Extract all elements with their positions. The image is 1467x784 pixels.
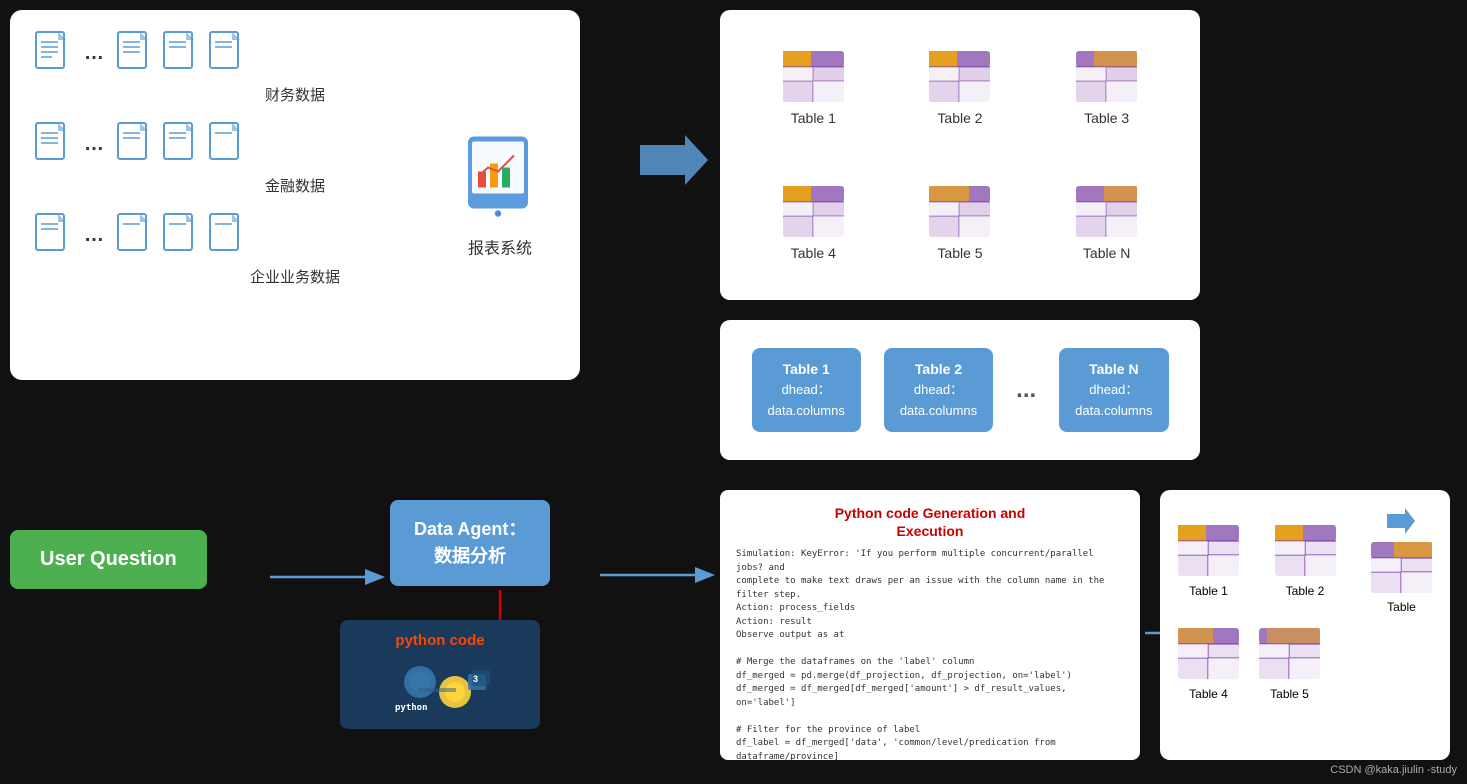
doc-icon [34, 30, 72, 76]
result-table-4-label: Table 4 [1189, 687, 1228, 701]
doc-icon [208, 30, 246, 76]
svg-text:python: python [395, 703, 428, 712]
data-agent-box: Data Agent： 数据分析 [390, 500, 550, 586]
result-table-5-icon [1257, 626, 1322, 681]
table-5-icon [927, 184, 992, 239]
doc-icon [208, 121, 246, 167]
table-desc-2-line1: dhead： [900, 380, 977, 401]
code-gen-panel: Python code Generation and Execution Sim… [720, 490, 1140, 760]
doc-icon [34, 121, 72, 167]
table-item-4: Table 4 [781, 184, 846, 261]
table-item-5: Table 5 [927, 184, 992, 261]
table-desc-n-title: Table N [1075, 358, 1152, 380]
python-code-label: python code [356, 632, 524, 649]
table-3-icon [1074, 49, 1139, 104]
table-desc-1: Table 1 dhead： data.columns [752, 348, 861, 432]
table-1-icon [781, 49, 846, 104]
main-arrow [640, 130, 710, 195]
doc-icon [162, 121, 200, 167]
right-arrow-small [270, 562, 390, 592]
table-5-label: Table 5 [937, 245, 982, 261]
tablet-icon [460, 132, 540, 222]
table-2-icon [927, 49, 992, 104]
report-system-label: 报表系统 [460, 235, 540, 259]
table-desc-panel: Table 1 dhead： data.columns Table 2 dhea… [720, 320, 1200, 460]
doc-icon [116, 212, 154, 258]
table-item-n: Table N [1074, 184, 1139, 261]
table-4-icon [781, 184, 846, 239]
result-table-2-label: Table 2 [1286, 584, 1325, 598]
final-table-icon [1369, 540, 1434, 595]
doc-icon [162, 212, 200, 258]
python-logo-area: python 3 [356, 657, 524, 717]
table-n-icon [1074, 184, 1139, 239]
user-to-agent-arrow [270, 562, 390, 597]
table-desc-n: Table N dhead： data.columns [1059, 348, 1168, 432]
result-table-1-label: Table 1 [1189, 584, 1228, 598]
dots-1: … [84, 42, 104, 65]
result-table-4-icon [1176, 626, 1241, 681]
data-agent-line2: 数据分析 [414, 543, 526, 570]
data-agent-line1: Data Agent： [414, 516, 526, 543]
watermark: CSDN @kaka.jiulin -study [1330, 764, 1457, 776]
table-desc-1-title: Table 1 [768, 358, 845, 380]
result-table-2-icon [1273, 523, 1338, 578]
table-desc-2-line2: data.columns [900, 401, 977, 422]
financial-data-group: … [30, 30, 560, 105]
dots-3: … [84, 224, 104, 247]
user-question-box: User Question [10, 530, 207, 589]
table-2-label: Table 2 [937, 110, 982, 126]
result-table-5: Table 5 [1257, 626, 1322, 701]
result-panel: Table 1 Table 2 [1160, 490, 1450, 760]
table-desc-2: Table 2 dhead： data.columns [884, 348, 993, 432]
doc-icon [208, 212, 246, 258]
result-table-4: Table 4 [1176, 626, 1241, 701]
agent-to-codegen-arrow [600, 560, 720, 595]
user-question-text: User Question [40, 548, 177, 570]
right-arrow-codegen [600, 560, 720, 590]
result-final-label: Table [1369, 600, 1434, 614]
business-label: 企业业务数据 [30, 266, 560, 287]
right-arrow-icon [640, 130, 710, 190]
doc-icon [162, 30, 200, 76]
table-item-2: Table 2 [927, 49, 992, 126]
table-desc-n-line2: data.columns [1075, 401, 1152, 422]
table-1-label: Table 1 [791, 110, 836, 126]
main-container: … [0, 0, 1467, 784]
table-n-label: Table N [1083, 245, 1130, 261]
table-item-3: Table 3 [1074, 49, 1139, 126]
middle-dots: ... [1016, 376, 1036, 404]
table-item-1: Table 1 [781, 49, 846, 126]
code-gen-content: Simulation: KeyError: 'If you perform mu… [736, 548, 1124, 760]
table-desc-1-line2: data.columns [768, 401, 845, 422]
code-gen-title: Python code Generation and Execution [736, 504, 1124, 540]
financial-label: 财务数据 [30, 84, 560, 105]
result-table-1: Table 1 [1176, 523, 1241, 598]
table-desc-n-line1: dhead： [1075, 380, 1152, 401]
result-table-5-label: Table 5 [1270, 687, 1309, 701]
table-4-label: Table 4 [791, 245, 836, 261]
python-logo: python 3 [390, 662, 490, 712]
dots-2: … [84, 133, 104, 156]
table-grid-panel: Table 1 Table 2 [720, 10, 1200, 300]
result-table-1-icon [1176, 523, 1241, 578]
table-desc-2-title: Table 2 [900, 358, 977, 380]
doc-icon [34, 212, 72, 258]
doc-icon [116, 30, 154, 76]
table-desc-1-line1: dhead： [768, 380, 845, 401]
python-code-box: python code python 3 [340, 620, 540, 729]
left-panel: … [10, 10, 580, 380]
table-3-label: Table 3 [1084, 110, 1129, 126]
to-result-arrow-icon [1387, 506, 1417, 536]
result-table-2: Table 2 [1273, 523, 1338, 598]
report-system: 报表系统 [460, 132, 540, 259]
doc-icon [116, 121, 154, 167]
svg-text:3: 3 [473, 674, 478, 684]
